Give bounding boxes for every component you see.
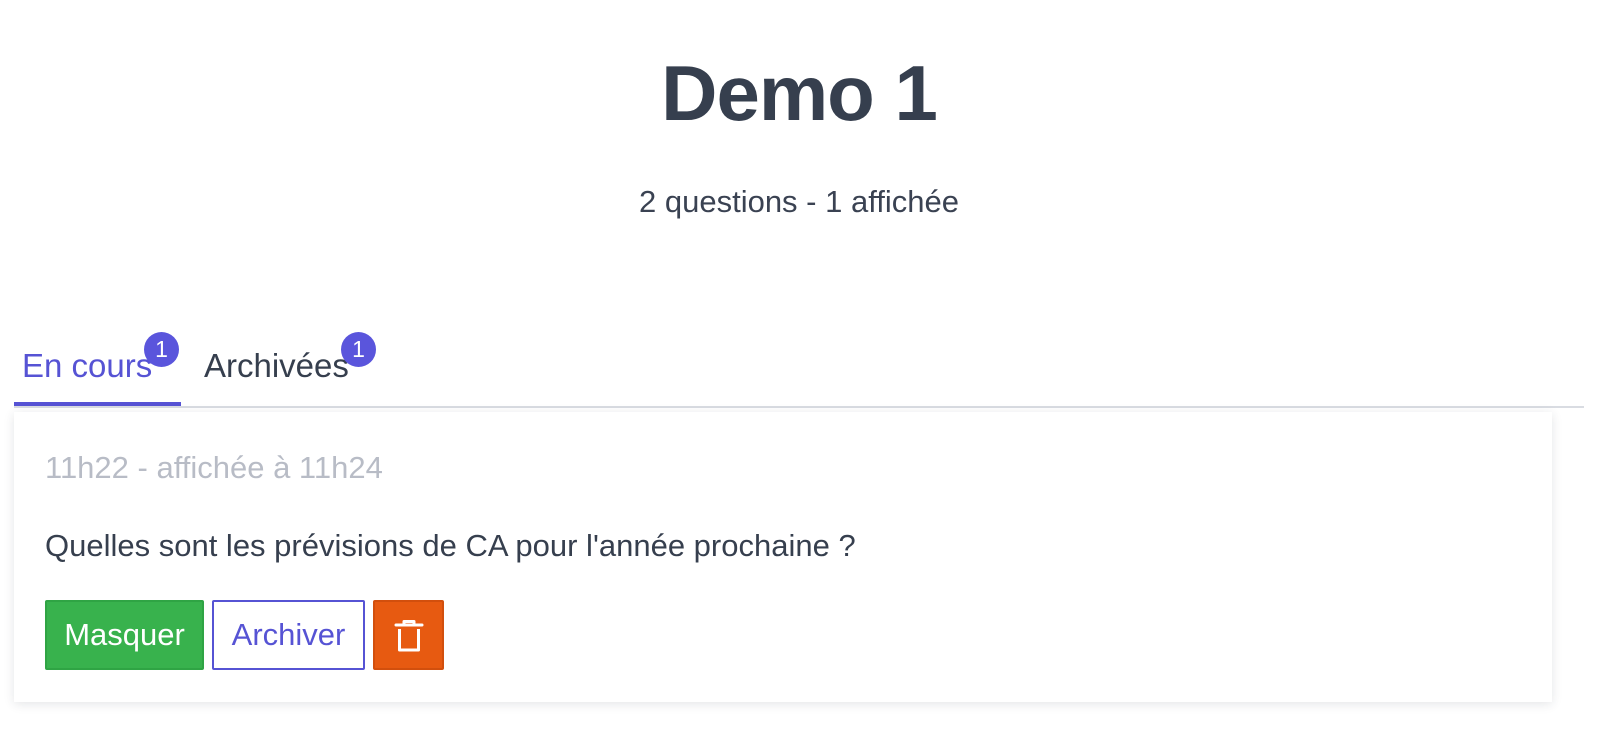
page: Demo 1 2 questions - 1 affichée En cours… <box>0 0 1598 736</box>
tab-label: Archivées <box>204 347 349 384</box>
count-badge: 1 <box>341 332 376 367</box>
question-timestamp: 11h22 - affichée à 11h24 <box>45 450 383 485</box>
page-subtitle: 2 questions - 1 affichée <box>639 184 959 219</box>
tab-label: En cours <box>22 347 153 384</box>
archive-button[interactable]: Archiver <box>212 600 365 670</box>
tab-en-cours[interactable]: En cours 1 <box>14 330 181 406</box>
hide-button[interactable]: Masquer <box>45 600 204 670</box>
delete-button[interactable] <box>373 600 444 670</box>
count-badge: 1 <box>144 332 179 367</box>
question-card: 11h22 - affichée à 11h24 Quelles sont le… <box>14 412 1552 702</box>
page-title: Demo 1 <box>661 49 938 137</box>
tab-bar: En cours 1 Archivées 1 <box>14 330 1584 408</box>
tab-archivees[interactable]: Archivées 1 <box>196 330 382 406</box>
question-text: Quelles sont les prévisions de CA pour l… <box>45 528 856 563</box>
